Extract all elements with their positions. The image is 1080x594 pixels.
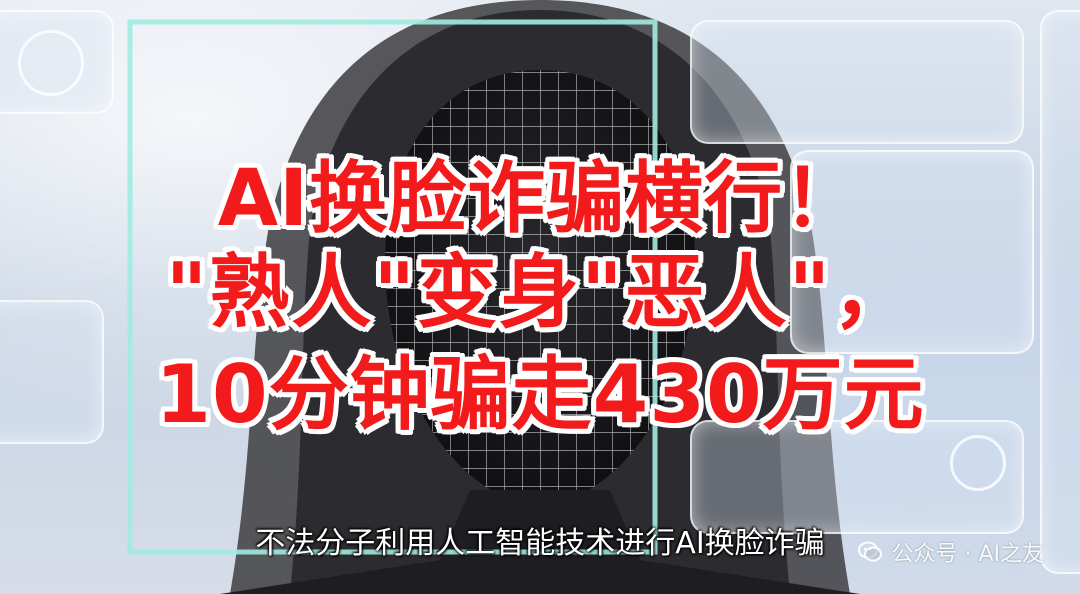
headline-line-3: 10分钟骗走430万元 <box>155 348 925 441</box>
hud-dial-right <box>950 435 1006 491</box>
headline-line-1: AI换脸诈骗横行！ <box>217 154 863 244</box>
watermark-text: 公众号 · AI之友 <box>891 542 1044 567</box>
hud-panel-right-top <box>690 20 1024 144</box>
watermark: 公众号 · AI之友 <box>857 536 1044 568</box>
headline-line-2: "熟人"变身"恶人"， <box>165 246 915 339</box>
hud-dial-left <box>18 30 84 96</box>
wechat-icon <box>858 541 883 562</box>
